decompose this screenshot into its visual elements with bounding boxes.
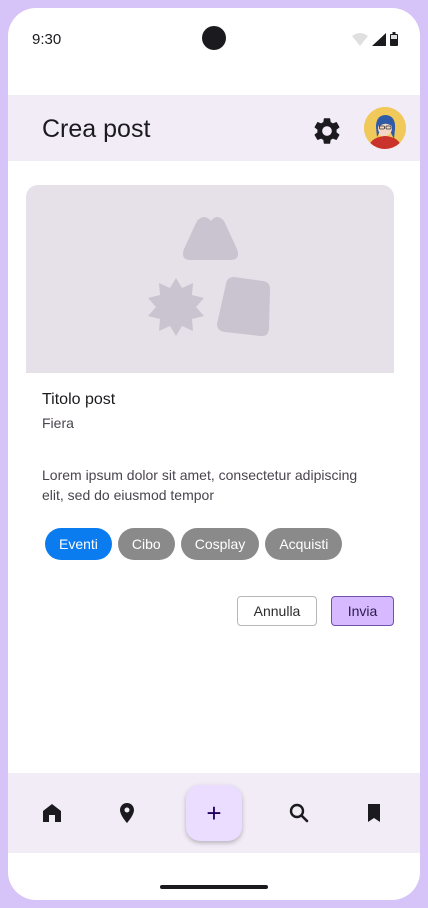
status-icons [352,32,398,46]
chip-acquisti[interactable]: Acquisti [265,528,343,560]
screen: 9:30 Crea post Titolo post Fiera Lorem i… [8,8,420,900]
bookmark-icon[interactable] [362,801,386,825]
home-icon[interactable] [40,801,64,825]
media-placeholder [26,185,394,373]
post-subtitle: Fiera [42,415,74,431]
gear-icon[interactable] [311,115,343,147]
home-indicator[interactable] [160,885,268,889]
add-icon: + [206,797,222,828]
post-title: Titolo post [42,391,116,408]
page-title: Crea post [42,115,151,143]
category-chips: Eventi Cibo Cosplay Acquisti [45,528,343,560]
wifi-icon [352,33,368,46]
front-camera [202,26,226,50]
bottom-navigation: + [8,773,420,853]
battery-icon [390,32,398,46]
card-actions: Annulla Invia [237,596,394,626]
chip-eventi[interactable]: Eventi [45,528,112,560]
location-pin-icon[interactable] [115,801,139,825]
image-placeholder-icon [148,217,270,337]
post-body: Lorem ipsum dolor sit amet, consectetur … [42,467,358,503]
device-frame: 9:30 Crea post Titolo post Fiera Lorem i… [0,0,428,908]
chip-cibo[interactable]: Cibo [117,528,175,560]
status-time: 9:30 [32,31,62,48]
post-card: Titolo post Fiera Lorem ipsum dolor sit … [26,185,394,626]
status-bar: 9:30 [8,8,420,72]
cancel-button[interactable]: Annulla [237,596,317,626]
signal-icon [372,33,386,46]
chip-cosplay[interactable]: Cosplay [180,528,260,560]
create-post-fab[interactable]: + [186,785,242,841]
avatar-image [364,107,406,149]
app-bar: Crea post [8,95,420,161]
avatar[interactable] [364,107,406,149]
send-button[interactable]: Invia [331,596,394,626]
search-icon[interactable] [287,801,311,825]
